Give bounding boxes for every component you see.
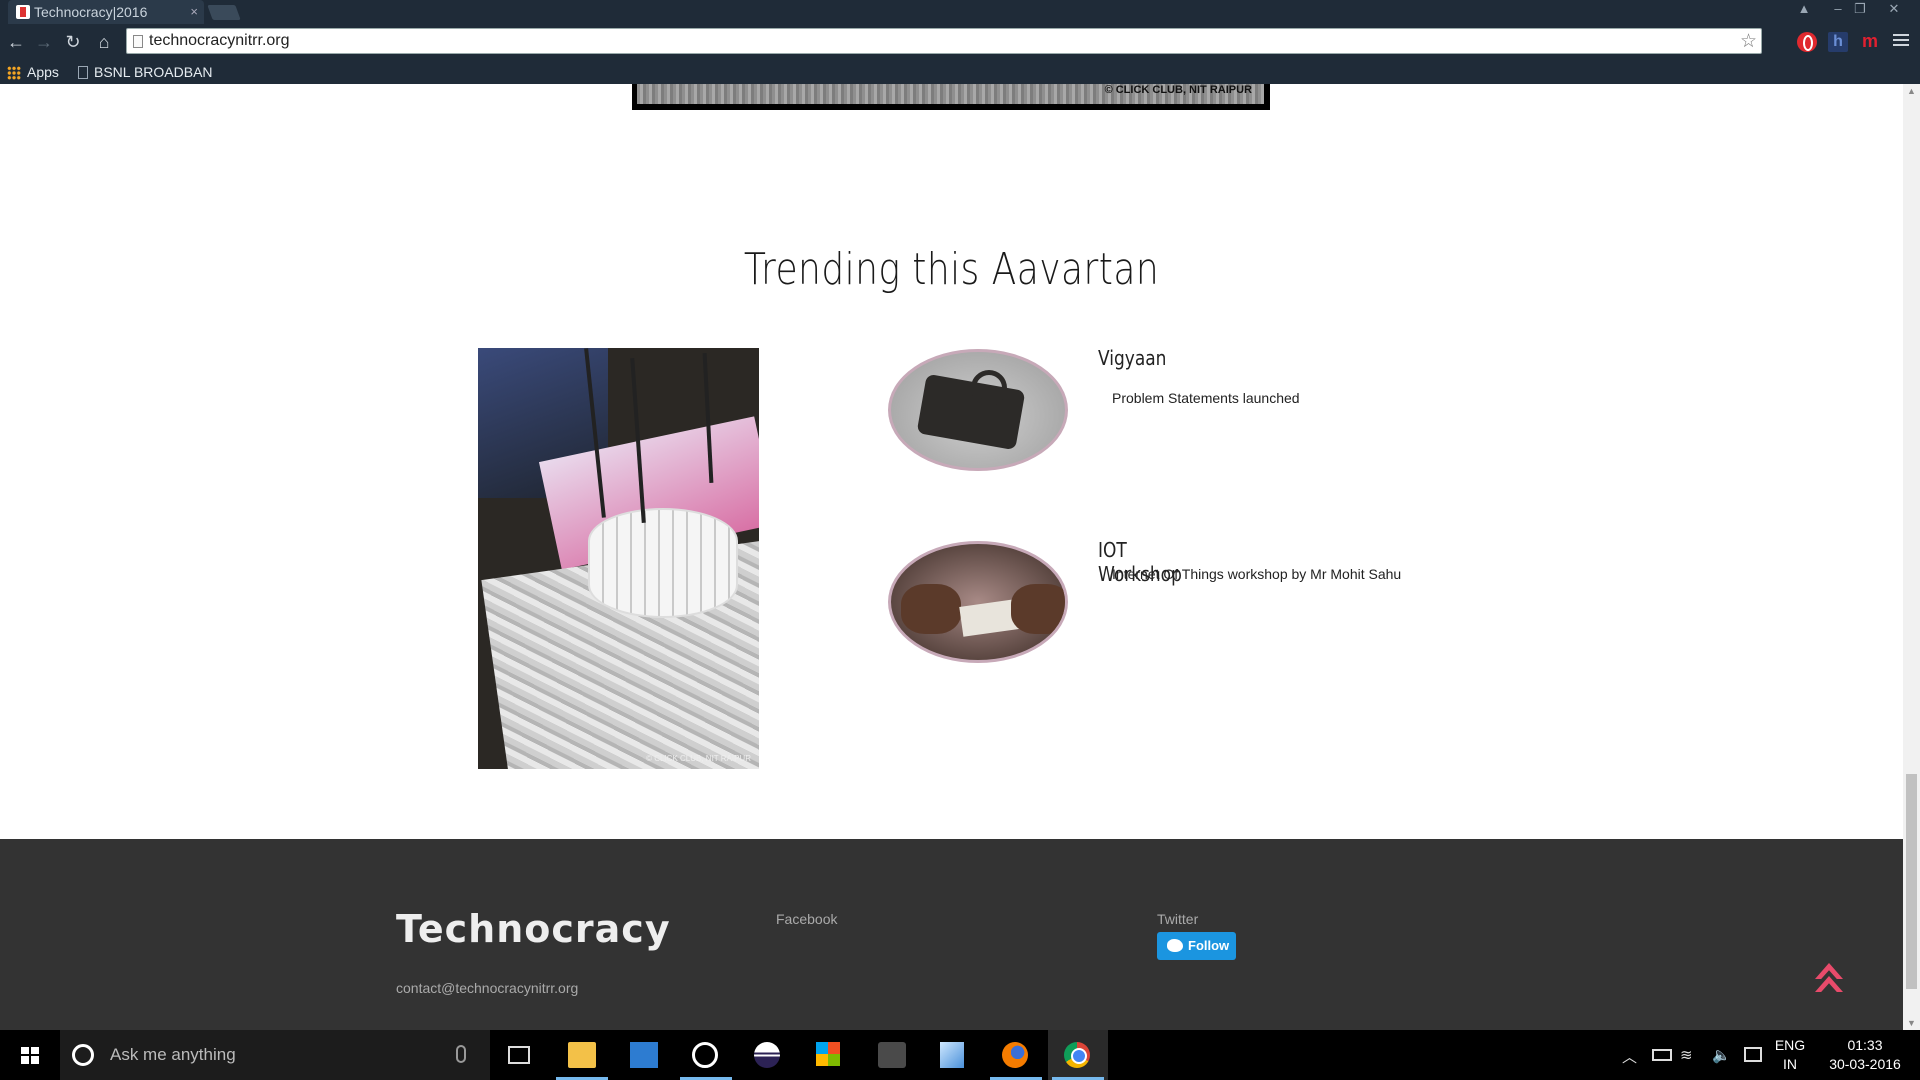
action-center-icon[interactable] bbox=[1744, 1047, 1762, 1062]
cube-icon bbox=[940, 1042, 964, 1068]
chrome-button[interactable] bbox=[1048, 1030, 1108, 1080]
start-button[interactable] bbox=[0, 1030, 60, 1080]
contact-email-link[interactable]: contact@technocracynitrr.org bbox=[396, 980, 578, 996]
volume-icon[interactable]: 🔈 bbox=[1712, 1046, 1731, 1064]
back-arrow-icon[interactable]: ← bbox=[4, 30, 28, 54]
page-scrollbar[interactable]: ▲ ▼ bbox=[1903, 84, 1920, 1030]
bookmark-label: Apps bbox=[27, 64, 59, 80]
reload-icon[interactable]: ↻ bbox=[61, 30, 85, 54]
page-icon bbox=[78, 66, 88, 79]
url-text[interactable]: technocracynitrr.org bbox=[149, 32, 290, 50]
firefox-button[interactable] bbox=[986, 1030, 1046, 1080]
bookmark-star-icon[interactable]: ☆ bbox=[1740, 30, 1757, 53]
browser-chrome: Technocracy|2016 × ▲ – ❐ ✕ ← → ↻ ⌂ techn… bbox=[0, 0, 1920, 84]
scroll-up-arrow-icon[interactable]: ▲ bbox=[1907, 86, 1916, 96]
follow-label: Follow bbox=[1188, 938, 1230, 953]
office-icon bbox=[816, 1042, 840, 1066]
tab-close-icon[interactable]: × bbox=[190, 0, 198, 24]
browser-menu-icon[interactable] bbox=[1893, 34, 1909, 50]
folder-icon bbox=[568, 1042, 596, 1068]
wifi-icon[interactable]: ≋ bbox=[1680, 1046, 1693, 1064]
bookmark-bsnl[interactable]: BSNL BROADBAN bbox=[76, 62, 212, 82]
chrome-icon bbox=[1064, 1042, 1090, 1068]
photo-credit: © CLICK CLUB, NIT RAIPUR bbox=[646, 754, 751, 763]
twitter-follow-button[interactable]: Follow bbox=[1157, 932, 1236, 960]
restore-button[interactable]: ❐ bbox=[1846, 0, 1874, 20]
search-placeholder: Ask me anything bbox=[110, 1045, 236, 1064]
tab-title: Technocracy|2016 bbox=[34, 4, 148, 20]
windows-logo-icon bbox=[21, 1047, 39, 1064]
trending-item-description: Problem Statements launched bbox=[1112, 390, 1300, 406]
h-extension-icon[interactable]: h bbox=[1828, 32, 1848, 52]
bookmark-label: BSNL BROADBAN bbox=[94, 64, 212, 80]
trending-item-title[interactable]: Vigyaan bbox=[1098, 346, 1166, 370]
region-code: IN bbox=[1783, 1056, 1797, 1072]
user-profile-icon[interactable]: ▲ bbox=[1790, 0, 1818, 20]
virtualbox-button[interactable] bbox=[924, 1030, 984, 1080]
cortana-search-box[interactable]: Ask me anything bbox=[60, 1030, 490, 1080]
eclipse-icon bbox=[754, 1042, 780, 1068]
banner-photo: © CLICK CLUB, NIT RAIPUR bbox=[632, 84, 1270, 110]
page-icon bbox=[133, 35, 143, 48]
sublime-text-button[interactable] bbox=[862, 1030, 922, 1080]
address-bar[interactable]: technocracynitrr.org ☆ bbox=[126, 28, 1762, 54]
featured-photo: © CLICK CLUB, NIT RAIPUR bbox=[478, 348, 759, 769]
home-icon[interactable]: ⌂ bbox=[92, 30, 116, 54]
scrollbar-thumb[interactable] bbox=[1906, 774, 1917, 989]
control-panel-button[interactable] bbox=[614, 1030, 674, 1080]
forward-arrow-icon[interactable]: → bbox=[32, 30, 56, 54]
groove-music-button[interactable] bbox=[676, 1030, 736, 1080]
new-tab-button[interactable] bbox=[207, 5, 241, 20]
clock-time: 01:33 bbox=[1847, 1037, 1883, 1053]
system-clock[interactable]: 01:33 30-03-2016 bbox=[1820, 1036, 1910, 1074]
vigyaan-thumbnail[interactable] bbox=[888, 349, 1068, 471]
language-code: ENG bbox=[1774, 1037, 1806, 1053]
browser-toolbar: ← → ↻ ⌂ technocracynitrr.org ☆ h m bbox=[0, 24, 1920, 60]
photo-credit: © CLICK CLUB, NIT RAIPUR bbox=[1104, 84, 1252, 96]
input-language[interactable]: ENG IN bbox=[1770, 1036, 1810, 1074]
scroll-down-arrow-icon[interactable]: ▼ bbox=[1907, 1018, 1916, 1028]
eclipse-button[interactable] bbox=[738, 1030, 798, 1080]
show-hidden-icons-chevron-icon[interactable]: ︿ bbox=[1622, 1046, 1637, 1067]
office-button[interactable] bbox=[800, 1030, 860, 1080]
m-extension-icon[interactable]: m bbox=[1860, 32, 1880, 52]
apps-grid-icon bbox=[7, 66, 21, 80]
browser-tab[interactable]: Technocracy|2016 × bbox=[8, 0, 204, 24]
task-view-button[interactable] bbox=[490, 1030, 550, 1080]
twitter-bird-icon bbox=[1167, 939, 1183, 952]
site-footer: Technocracy contact@technocracynitrr.org… bbox=[0, 839, 1903, 1030]
brand-logo[interactable]: Technocracy bbox=[396, 907, 671, 951]
page-viewport: © CLICK CLUB, NIT RAIPUR Trending this A… bbox=[0, 84, 1903, 1030]
file-explorer-button[interactable] bbox=[552, 1030, 612, 1080]
task-view-icon bbox=[508, 1046, 530, 1064]
trending-item-description: Internet Of Things workshop by Mr Mohit … bbox=[1112, 566, 1402, 582]
twitter-heading: Twitter bbox=[1157, 911, 1199, 927]
tab-strip: Technocracy|2016 × ▲ – ❐ ✕ bbox=[0, 0, 1920, 24]
site-favicon-icon bbox=[16, 5, 30, 19]
control-panel-icon bbox=[630, 1042, 658, 1068]
bookmarks-bar: Apps BSNL BROADBAN bbox=[0, 60, 1920, 84]
battery-icon[interactable] bbox=[1652, 1049, 1672, 1061]
cortana-icon bbox=[72, 1044, 94, 1066]
opera-extension-icon[interactable] bbox=[1797, 32, 1817, 52]
clock-date: 30-03-2016 bbox=[1829, 1056, 1901, 1072]
iot-thumbnail[interactable] bbox=[888, 541, 1068, 663]
microphone-icon[interactable] bbox=[456, 1045, 466, 1063]
music-disc-icon bbox=[692, 1042, 718, 1068]
windows-taskbar: Ask me anything ︿ ≋ 🔈 ENG IN 01:33 30-03… bbox=[0, 1030, 1920, 1080]
close-window-button[interactable]: ✕ bbox=[1880, 0, 1908, 20]
bookmark-apps[interactable]: Apps bbox=[7, 62, 59, 82]
section-title: Trending this Aavartan bbox=[743, 244, 1160, 295]
sublime-icon bbox=[878, 1042, 906, 1068]
firefox-icon bbox=[1002, 1042, 1028, 1068]
facebook-heading: Facebook bbox=[776, 911, 838, 927]
scroll-to-top-icon[interactable] bbox=[1815, 963, 1843, 995]
